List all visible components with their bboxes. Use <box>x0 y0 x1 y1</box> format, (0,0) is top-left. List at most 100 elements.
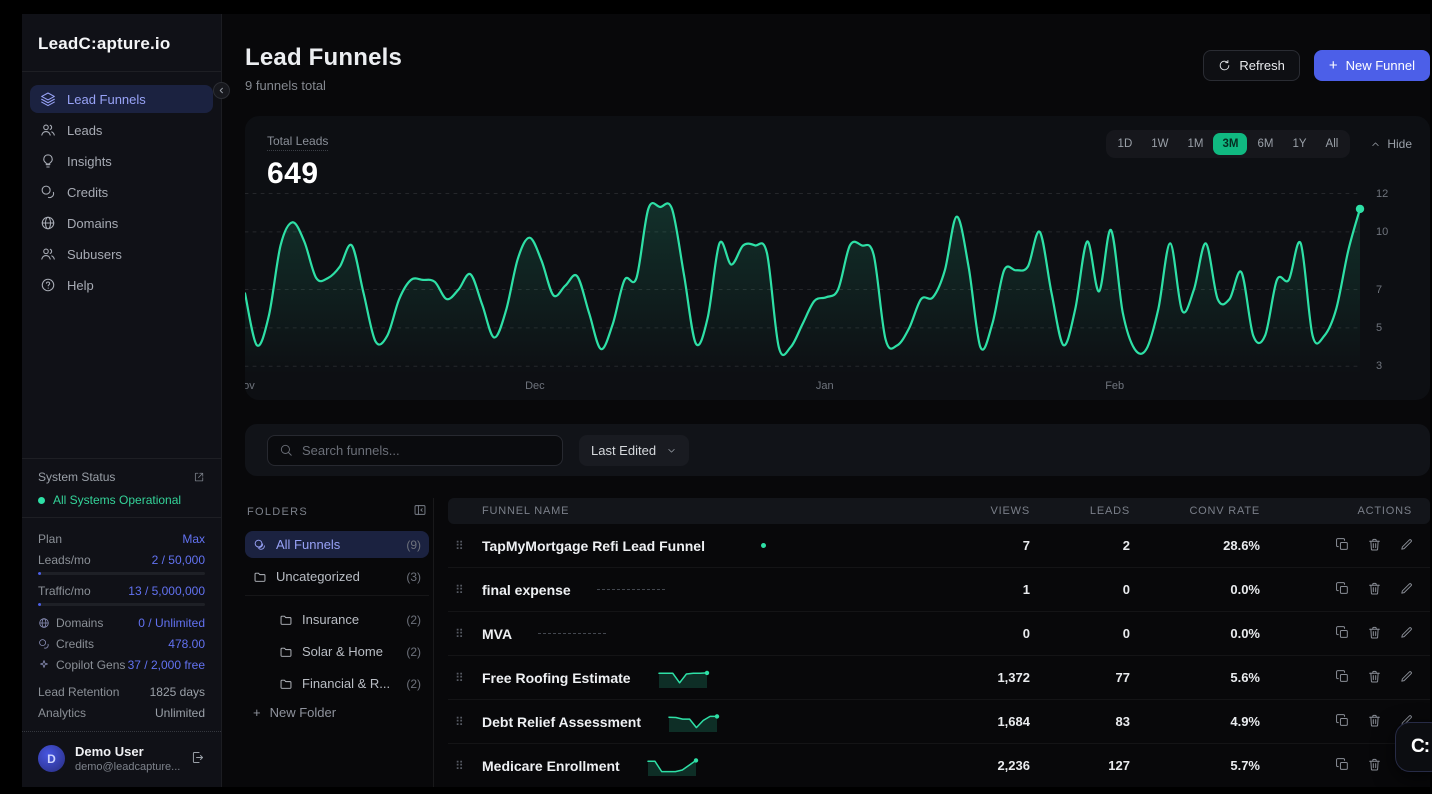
sidebar-bottom: System Status All Systems Operational Pl… <box>22 458 221 787</box>
sidebar-item-label: Insights <box>67 154 112 169</box>
table-row[interactable]: ⠿final expense100.0% <box>448 568 1430 612</box>
hide-chart-button[interactable]: Hide <box>1370 137 1412 151</box>
sidebar: LeadC:apture.io Lead FunnelsLeadsInsight… <box>22 14 222 787</box>
logout-icon <box>190 750 205 765</box>
refresh-button[interactable]: Refresh <box>1203 50 1300 81</box>
funnel-name: Medicare Enrollment <box>482 758 620 774</box>
layers-icon <box>40 91 56 107</box>
plan-block: PlanMaxLeads/mo2 / 50,000Traffic/mo13 / … <box>22 517 221 731</box>
folder-item-solar-home[interactable]: Solar & Home(2) <box>271 638 429 665</box>
delete-button[interactable] <box>1367 625 1382 643</box>
coins-icon <box>40 184 56 200</box>
new-folder-button[interactable]: + New Folder <box>245 705 344 720</box>
duplicate-button[interactable] <box>1335 713 1350 731</box>
sidebar-item-leads[interactable]: Leads <box>30 116 213 144</box>
delete-button[interactable] <box>1367 669 1382 687</box>
table-row[interactable]: ⠿Debt Relief Assessment1,684834.9% <box>448 700 1430 744</box>
drag-handle[interactable]: ⠿ <box>448 671 482 685</box>
delete-button[interactable] <box>1367 713 1382 731</box>
duplicate-button[interactable] <box>1335 625 1350 643</box>
users-icon <box>40 246 56 262</box>
table-row[interactable]: ⠿Medicare Enrollment2,2361275.7% <box>448 744 1430 787</box>
funnel-sparkline <box>667 711 723 733</box>
globe-icon <box>38 617 50 629</box>
leads-value: 127 <box>1030 758 1130 773</box>
edit-button[interactable] <box>1399 581 1414 599</box>
folder-label: Uncategorized <box>276 569 360 584</box>
duplicate-icon <box>1335 713 1350 728</box>
delete-button[interactable] <box>1367 537 1382 555</box>
folder-count: (2) <box>406 613 421 627</box>
collapse-folders-button[interactable] <box>413 503 427 520</box>
range-pill-1d[interactable]: 1D <box>1109 133 1142 155</box>
copilot-floating-button[interactable]: C: <box>1395 722 1432 772</box>
edit-button[interactable] <box>1399 537 1414 555</box>
external-link-icon[interactable] <box>193 471 205 483</box>
plan-label: Analytics <box>38 706 86 720</box>
edit-icon <box>1399 581 1414 596</box>
drag-handle[interactable]: ⠿ <box>448 627 482 641</box>
sidebar-item-label: Leads <box>67 123 102 138</box>
plan-row-analytics: AnalyticsUnlimited <box>38 702 205 723</box>
table-row[interactable]: ⠿TapMyMortgage Refi Lead Funnel7228.6% <box>448 524 1430 568</box>
user-row[interactable]: D Demo User demo@leadcapture.... <box>22 731 221 787</box>
sidebar-item-label: Credits <box>67 185 108 200</box>
sparkle-icon <box>38 659 50 671</box>
new-funnel-button[interactable]: + New Funnel <box>1314 50 1430 81</box>
range-pill-1w[interactable]: 1W <box>1142 133 1177 155</box>
folder-item-uncategorized[interactable]: Uncategorized(3) <box>245 563 429 590</box>
duplicate-button[interactable] <box>1335 537 1350 555</box>
sidebar-item-subusers[interactable]: Subusers <box>30 240 213 268</box>
folder-item-financial-r[interactable]: Financial & R...(2) <box>271 670 429 697</box>
system-status-title: System Status <box>38 470 115 484</box>
total-leads-chart <box>245 182 1360 374</box>
sidebar-item-credits[interactable]: Credits <box>30 178 213 206</box>
sort-dropdown[interactable]: Last Edited <box>579 435 689 466</box>
col-conv-rate: CONV RATE <box>1130 505 1260 517</box>
folder-item-insurance[interactable]: Insurance (2) <box>271 606 429 633</box>
sidebar-collapse-button[interactable] <box>213 82 230 99</box>
search-input[interactable] <box>302 443 551 458</box>
range-pill-1m[interactable]: 1M <box>1179 133 1213 155</box>
drag-handle[interactable]: ⠿ <box>448 715 482 729</box>
range-pill-3m[interactable]: 3M <box>1213 133 1247 155</box>
range-pill-6m[interactable]: 6M <box>1248 133 1282 155</box>
plan-value: 0 / Unlimited <box>138 616 205 630</box>
drag-handle[interactable]: ⠿ <box>448 539 482 553</box>
drag-handle[interactable]: ⠿ <box>448 759 482 773</box>
table-row[interactable]: ⠿Free Roofing Estimate1,372775.6% <box>448 656 1430 700</box>
duplicate-button[interactable] <box>1335 669 1350 687</box>
plan-row-lead-retention: Lead Retention1825 days <box>38 681 205 702</box>
folder-count: (2) <box>406 645 421 659</box>
sidebar-item-help[interactable]: Help <box>30 271 213 299</box>
folder-label: Insurance <box>302 612 359 627</box>
sidebar-item-lead-funnels[interactable]: Lead Funnels <box>30 85 213 113</box>
x-tick-label: Nov <box>245 380 255 392</box>
edit-button[interactable] <box>1399 669 1414 687</box>
delete-button[interactable] <box>1367 757 1382 775</box>
views-value: 2,236 <box>920 758 1030 773</box>
page-subtitle: 9 funnels total <box>245 78 402 93</box>
chevron-left-icon <box>217 86 226 95</box>
logout-button[interactable] <box>190 750 205 768</box>
drag-handle[interactable]: ⠿ <box>448 583 482 597</box>
col-leads: LEADS <box>1030 505 1130 517</box>
plan-row-domains: Domains0 / Unlimited <box>38 612 205 633</box>
delete-icon <box>1367 625 1382 640</box>
delete-button[interactable] <box>1367 581 1382 599</box>
leads-value: 2 <box>1030 538 1130 553</box>
range-pill-all[interactable]: All <box>1317 133 1348 155</box>
funnel-name: MVA <box>482 626 512 642</box>
col-views: VIEWS <box>920 505 1030 517</box>
avatar: D <box>38 745 65 772</box>
sidebar-item-domains[interactable]: Domains <box>30 209 213 237</box>
edit-button[interactable] <box>1399 625 1414 643</box>
sidebar-item-insights[interactable]: Insights <box>30 147 213 175</box>
duplicate-icon <box>1335 537 1350 552</box>
range-pill-1y[interactable]: 1Y <box>1283 133 1315 155</box>
table-row[interactable]: ⠿MVA000.0% <box>448 612 1430 656</box>
duplicate-button[interactable] <box>1335 757 1350 775</box>
folder-item-all-funnels[interactable]: All Funnels(9) <box>245 531 429 558</box>
plan-row-leads-mo: Leads/mo2 / 50,000 <box>38 549 205 570</box>
duplicate-button[interactable] <box>1335 581 1350 599</box>
